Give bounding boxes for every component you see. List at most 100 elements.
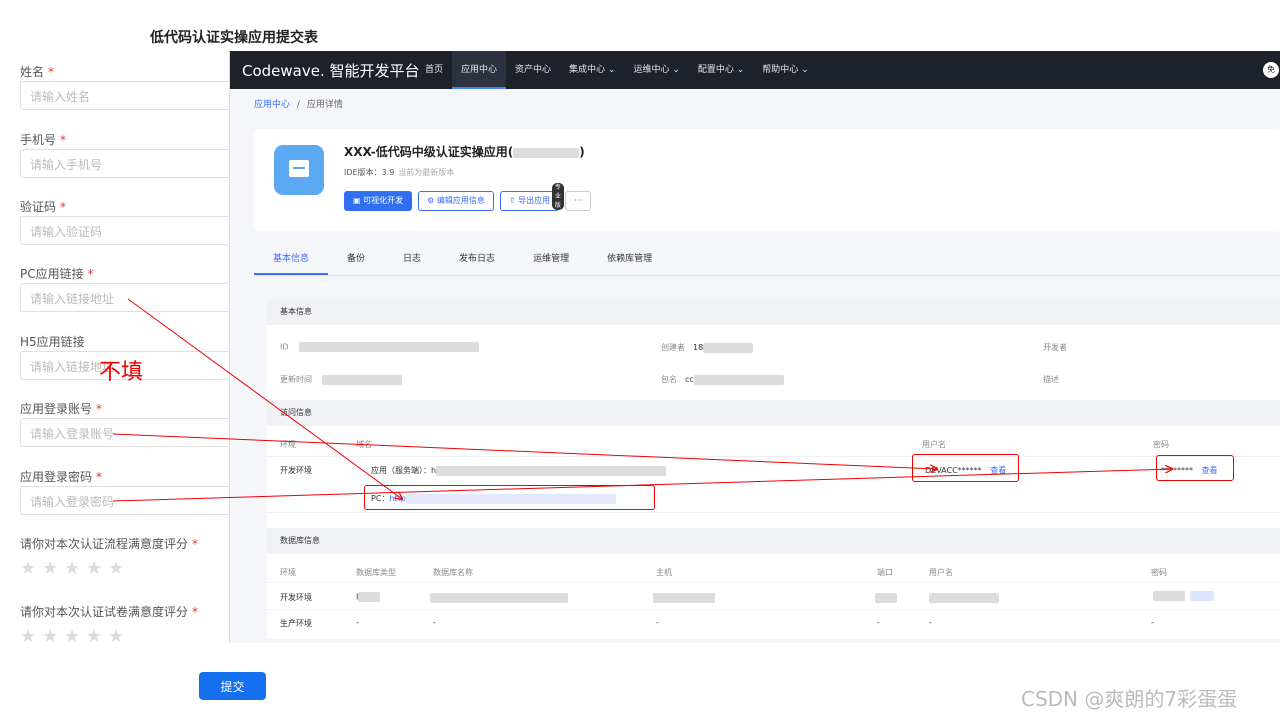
db-row-prod-user: - — [929, 618, 932, 627]
rating2-label: 请你对本次认证试卷满意度评分 — [20, 605, 189, 619]
name-label: 姓名 — [20, 65, 45, 79]
tab-logs[interactable]: 日志 — [384, 246, 440, 275]
desc-row: 描述 — [1043, 375, 1059, 384]
access-info-header: 访问信息 — [267, 400, 1280, 426]
db-col-port: 端口 — [877, 568, 893, 577]
required-mark: * — [48, 65, 55, 79]
edit-app-button[interactable]: ⚙ 编辑应用信息 — [418, 191, 494, 211]
star-icon[interactable]: ★ — [42, 628, 60, 646]
breadcrumb-current: 应用详情 — [306, 100, 343, 110]
app-card: XXX-低代码中级认证实操应用() IDE版本：3.9 当前为最新版本 ▣ 可视化… — [254, 129, 1280, 231]
detail-tabs: 基本信息 备份 日志 发布日志 运维管理 依赖库管理 — [254, 246, 1280, 276]
rating1-field: 请你对本次认证流程满意度评分 * — [20, 535, 235, 551]
pc-link-field: PC应用链接 * 请输入链接地址 — [20, 265, 235, 312]
db-col-type: 数据库类型 — [356, 568, 396, 577]
db-col-host: 主机 — [656, 568, 672, 577]
nav-ops-center[interactable]: 运维中心 ⌄ — [624, 51, 688, 89]
nav-config-center[interactable]: 配置中心 ⌄ — [689, 51, 753, 89]
db-row-prod-name: - — [433, 618, 436, 627]
tab-ops[interactable]: 运维管理 — [514, 246, 588, 275]
no-fill-annotation: 不填 — [99, 360, 144, 385]
star-icon[interactable]: ★ — [108, 628, 126, 646]
top-navbar: Codewave. 智能开发平台 首页 应用中心 资产中心 集成中心 ⌄ 运维中… — [230, 51, 1280, 89]
visual-dev-button[interactable]: ▣ 可视化开发 — [344, 191, 413, 211]
db-info-header: 数据库信息 — [267, 528, 1280, 554]
platform-screenshot: Codewave. 智能开发平台 首页 应用中心 资产中心 集成中心 ⌄ 运维中… — [229, 51, 1280, 643]
basic-info-header: 基本信息 — [267, 299, 1280, 325]
name-field: 姓名 * 请输入姓名 — [20, 63, 235, 110]
more-button[interactable]: ··· — [565, 191, 591, 211]
code-label: 验证码 — [20, 200, 57, 214]
breadcrumb-sep: / — [296, 100, 300, 110]
db-row-prod-env: 生产环境 — [280, 619, 312, 628]
nav-app-center[interactable]: 应用中心 — [452, 51, 507, 89]
h5-link-label: H5应用链接 — [20, 335, 85, 349]
ide-version: IDE版本：3.9 当前为最新版本 — [344, 168, 455, 177]
breadcrumb: 应用中心 / 应用详情 — [254, 97, 343, 110]
info-panel: 基本信息 ID 创建者 18 开发者 更新时间 包名 cc 描述 访问信息 环境 域… — [267, 299, 1280, 639]
nav-asset-center[interactable]: 资产中心 — [506, 51, 560, 89]
rating2-field: 请你对本次认证试卷满意度评分 * — [20, 603, 235, 619]
db-col-name: 数据库名称 — [433, 568, 473, 577]
pc-link-highlight — [364, 485, 655, 510]
star-icon[interactable]: ★ — [86, 560, 104, 578]
env-dev: 开发环境 — [280, 466, 312, 475]
star-icon[interactable]: ★ — [64, 560, 82, 578]
required-mark: * — [96, 470, 103, 484]
star-icon[interactable]: ★ — [86, 628, 104, 646]
nav-integration-center[interactable]: 集成中心 ⌄ — [560, 51, 624, 89]
db-row-prod-host: - — [656, 618, 659, 627]
tab-release-logs[interactable]: 发布日志 — [440, 246, 514, 275]
rating1-stars: ★ ★ ★ ★ ★ — [20, 560, 126, 578]
nav-home[interactable]: 首页 — [416, 51, 452, 89]
db-col-user: 用户名 — [929, 568, 953, 577]
login-account-label: 应用登录账号 — [20, 402, 93, 416]
developer-row: 开发者 — [1043, 343, 1067, 352]
code-input[interactable]: 请输入验证码 — [20, 216, 235, 245]
required-mark: * — [87, 267, 94, 281]
phone-input[interactable]: 请输入手机号 — [20, 149, 235, 178]
submit-button[interactable]: 提交 — [199, 672, 266, 700]
main-nav: 首页 应用中心 资产中心 集成中心 ⌄ 运维中心 ⌄ 配置中心 ⌄ 帮助中心 ⌄ — [416, 51, 818, 89]
password-highlight — [1156, 455, 1234, 481]
tab-basic-info[interactable]: 基本信息 — [254, 246, 329, 275]
col-env: 环境 — [280, 440, 296, 449]
pc-link-label: PC应用链接 — [20, 267, 84, 281]
db-row-prod-pwd: - — [1151, 618, 1154, 627]
star-icon[interactable]: ★ — [20, 560, 38, 578]
col-username: 用户名 — [922, 440, 946, 449]
app-actions: ▣ 可视化开发 ⚙ 编辑应用信息 ⇧ 导出应用 专业版 ··· — [344, 183, 591, 211]
breadcrumb-root[interactable]: 应用中心 — [254, 100, 290, 110]
app-name: XXX-低代码中级认证实操应用() — [344, 145, 585, 159]
col-password: 密码 — [1153, 440, 1169, 449]
rating1-label: 请你对本次认证流程满意度评分 — [20, 537, 189, 551]
db-row-prod-port: - — [877, 618, 880, 627]
col-domain: 域名 — [356, 440, 372, 449]
db-col-pwd: 密码 — [1151, 568, 1167, 577]
login-account-input[interactable]: 请输入登录账号 — [20, 418, 235, 447]
star-icon[interactable]: ★ — [42, 560, 60, 578]
db-row-dev-env: 开发环境 — [280, 593, 312, 602]
name-input[interactable]: 请输入姓名 — [20, 81, 235, 110]
export-app-button[interactable]: ⇧ 导出应用 专业版 — [499, 183, 564, 211]
star-icon[interactable]: ★ — [108, 560, 126, 578]
tab-backup[interactable]: 备份 — [328, 246, 384, 275]
pc-link-input[interactable]: 请输入链接地址 — [20, 283, 235, 312]
star-icon[interactable]: ★ — [64, 628, 82, 646]
db-col-env: 环境 — [280, 568, 296, 577]
h5-link-field: H5应用链接 请输入链接地址 — [20, 333, 235, 380]
updated-row: 更新时间 — [280, 374, 402, 385]
tab-dependencies[interactable]: 依赖库管理 — [588, 246, 671, 275]
db-row-prod-type: - — [356, 618, 359, 627]
package-row: 包名 cc — [661, 374, 784, 385]
avatar[interactable]: 免 — [1263, 62, 1279, 78]
folder-icon — [274, 145, 324, 195]
login-account-field: 应用登录账号 * 请输入登录账号 — [20, 400, 235, 447]
login-password-input[interactable]: 请输入登录密码 — [20, 486, 235, 515]
star-icon[interactable]: ★ — [20, 628, 38, 646]
platform-logo: Codewave. 智能开发平台 — [242, 62, 420, 80]
nav-help-center[interactable]: 帮助中心 ⌄ — [753, 51, 817, 89]
phone-label: 手机号 — [20, 133, 57, 147]
db-row-dev-type: I — [356, 592, 381, 602]
rating2-stars: ★ ★ ★ ★ ★ — [20, 628, 126, 646]
